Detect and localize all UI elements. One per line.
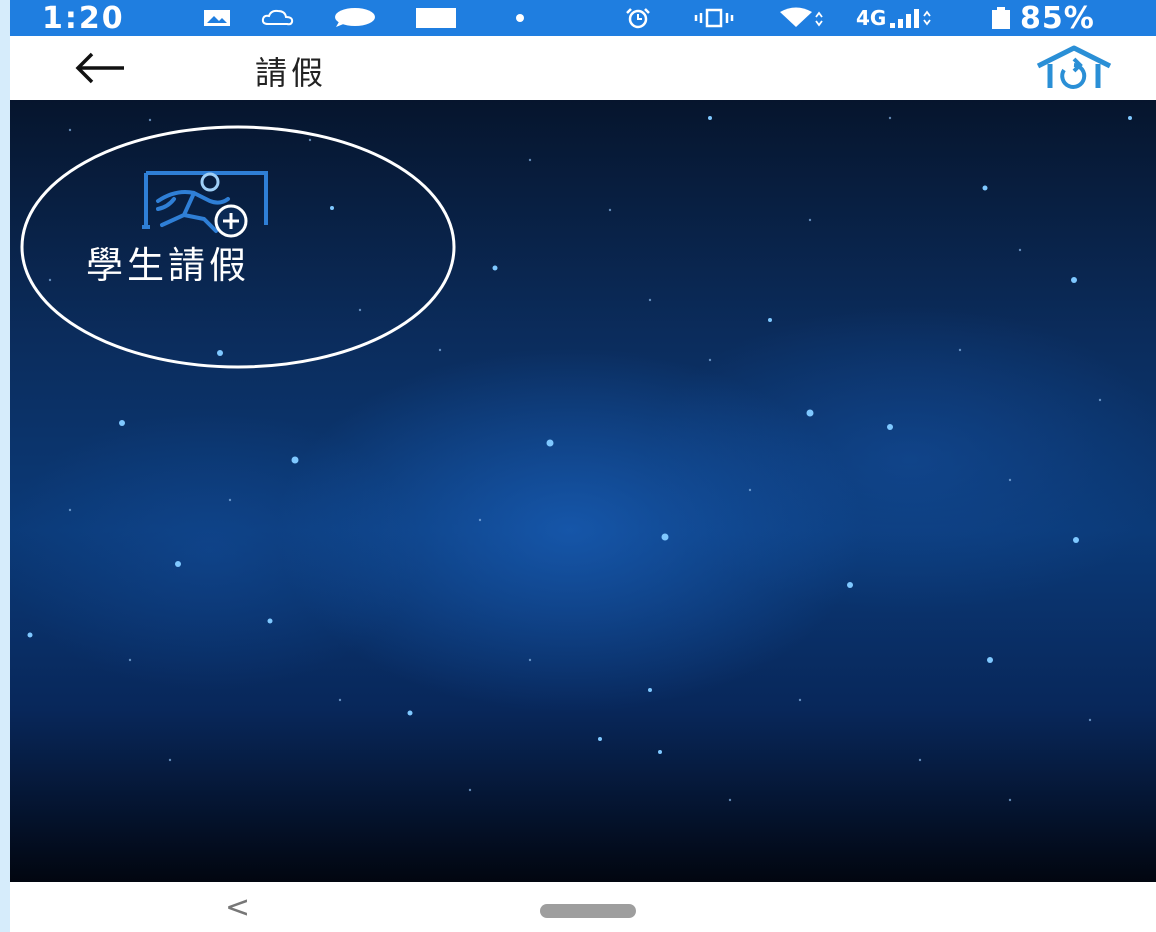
app-bar: 請假	[10, 36, 1156, 100]
home-icon[interactable]	[1034, 44, 1114, 92]
dot-icon	[516, 14, 524, 22]
tile-student-leave[interactable]: 學生請假	[18, 125, 458, 370]
nav-back-button[interactable]: <	[225, 890, 250, 925]
status-time: 1:20	[42, 1, 125, 36]
image-icon	[204, 10, 230, 26]
vibrate-icon	[694, 8, 734, 28]
starfield-background: 學生請假	[10, 100, 1156, 882]
chat-icon	[335, 8, 375, 27]
network-type: 4G	[856, 6, 887, 30]
cloud-icon	[261, 9, 294, 26]
phone-screen: 1:20 4G 85% 請假 學生請假 <	[10, 0, 1156, 932]
page-title: 請假	[255, 54, 328, 92]
signal-icon	[890, 9, 931, 28]
status-bar: 1:20 4G 85%	[10, 0, 1156, 36]
battery-level: 85%	[1020, 1, 1095, 36]
arrow-left-icon[interactable]	[70, 50, 130, 86]
wifi-icon	[780, 7, 823, 27]
system-nav-bar: <	[10, 882, 1156, 932]
nav-home-pill[interactable]	[540, 904, 636, 918]
alarm-icon	[626, 8, 650, 29]
tile-label: 學生請假	[86, 244, 250, 287]
battery-icon	[992, 7, 1010, 29]
square-icon	[416, 8, 456, 28]
